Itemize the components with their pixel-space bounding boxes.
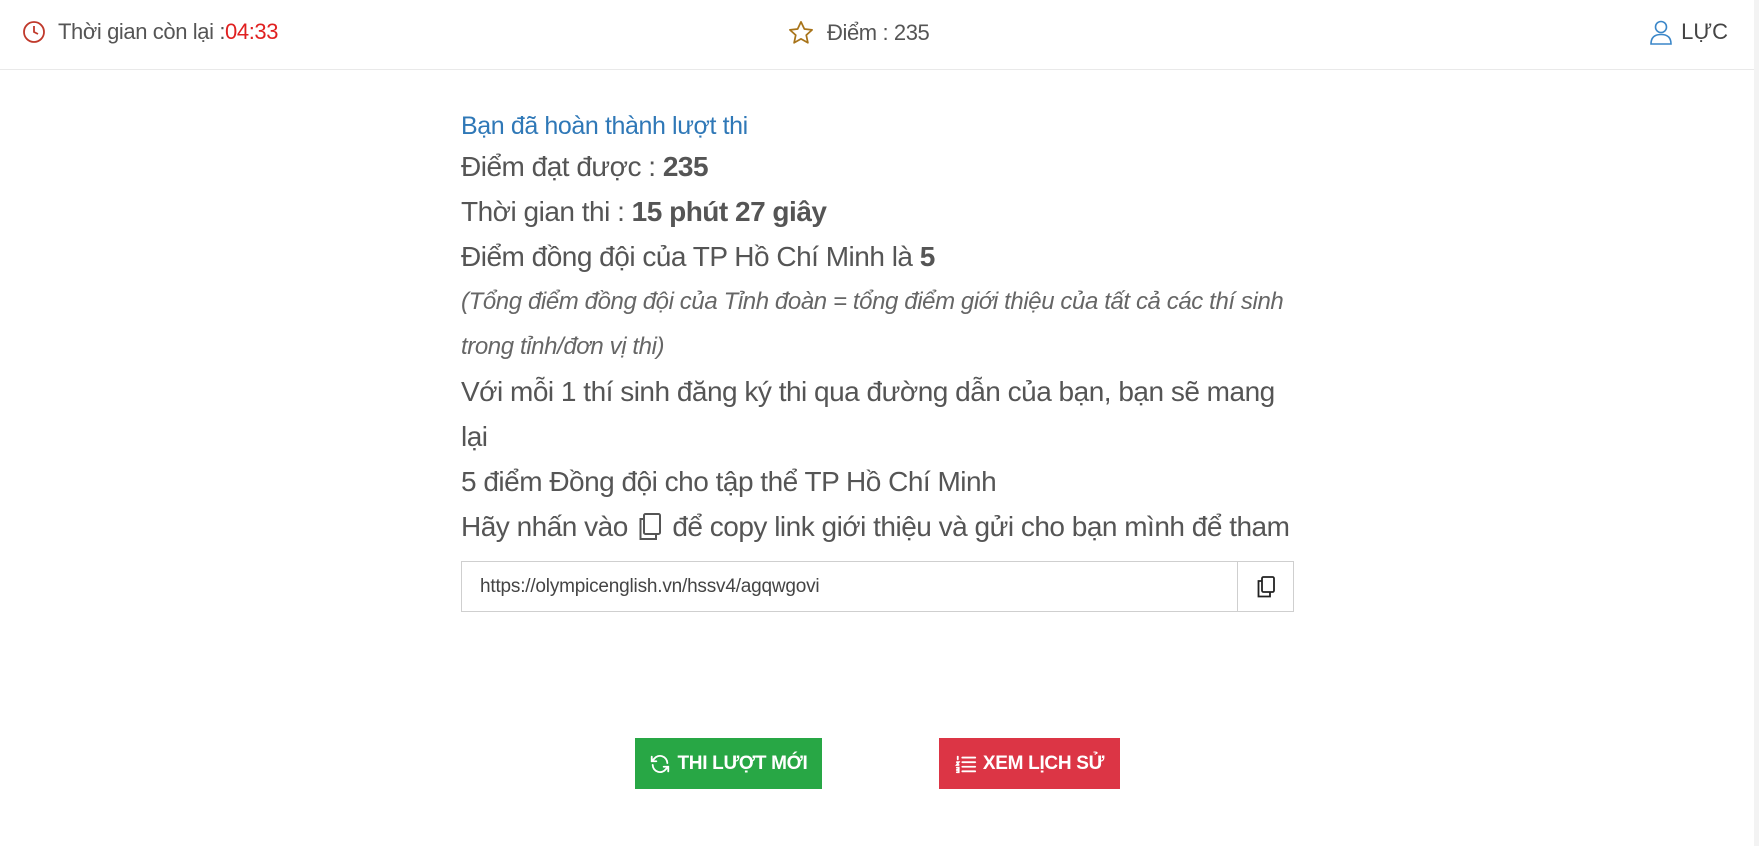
scrollbar-track[interactable]	[1754, 0, 1759, 846]
team-score-line: Điểm đồng đội của TP Hồ Chí Minh là 5	[461, 234, 1294, 279]
team-score-label: Điểm đồng đội của TP Hồ Chí Minh là	[461, 241, 920, 272]
new-attempt-button[interactable]: THI LƯỢT MỚI	[635, 738, 822, 789]
copy-instruction-prefix: Hãy nhấn vào	[461, 511, 636, 542]
new-attempt-label: THI LƯỢT MỚI	[677, 752, 808, 774]
star-icon	[789, 21, 813, 44]
referral-line2: 5 điểm Đồng đội cho tập thể TP Hồ Chí Mi…	[461, 466, 997, 497]
list-icon	[955, 755, 976, 773]
user-menu[interactable]: LỰC	[1649, 19, 1728, 45]
time-remaining-label: Thời gian còn lại :	[58, 19, 226, 44]
completed-message: Bạn đã hoàn thành lượt thi	[461, 112, 748, 140]
duration-line-label: Thời gian thi :	[461, 196, 632, 227]
view-history-label: XEM LỊCH SỬ	[982, 752, 1105, 774]
score-label: Điểm : 235	[827, 20, 930, 45]
referral-link-group	[461, 561, 1294, 612]
score-line-label: Điểm đạt được :	[461, 151, 663, 182]
user-icon	[1650, 20, 1672, 45]
team-score-value: 5	[919, 241, 936, 272]
top-bar: Thời gian còn lại : 04:33 Điểm : 235 LỰC	[0, 0, 1754, 70]
result-panel: Bạn đã hoàn thành lượt thi Điểm đạt được…	[461, 108, 1294, 594]
view-history-button[interactable]: XEM LỊCH SỬ	[939, 738, 1120, 789]
user-name: LỰC	[1681, 19, 1728, 44]
refresh-icon	[651, 754, 670, 773]
copy-link-button[interactable]	[1237, 562, 1293, 611]
clock-icon	[23, 21, 45, 43]
current-score: Điểm : 235	[787, 19, 930, 47]
team-score-note-line2: trong tỉnh/đơn vị thi)	[461, 333, 665, 360]
referral-link-input[interactable]	[462, 562, 1237, 611]
copy-instruction-suffix: để copy link giới thiệu và gửi cho bạn m…	[665, 511, 1290, 542]
time-remaining-value: 04:33	[225, 19, 279, 44]
referral-line1: Với mỗi 1 thí sinh đăng ký thi qua đường…	[461, 376, 1275, 452]
score-line-value: 235	[662, 151, 709, 182]
time-remaining: Thời gian còn lại : 04:33	[22, 19, 278, 45]
copy-icon	[1257, 575, 1275, 597]
score-line: Điểm đạt được : 235	[461, 144, 1294, 189]
copy-icon	[639, 513, 662, 540]
team-score-note-line1: (Tổng điểm đồng đội của Tỉnh đoàn = tổng…	[461, 288, 1284, 315]
copy-instruction: Hãy nhấn vào để copy link giới thiệu và …	[461, 504, 1294, 549]
duration-line: Thời gian thi : 15 phút 27 giây	[461, 189, 1294, 234]
page: Thời gian còn lại : 04:33 Điểm : 235 LỰC…	[0, 0, 1759, 846]
duration-line-value: 15 phút 27 giây	[631, 196, 827, 227]
